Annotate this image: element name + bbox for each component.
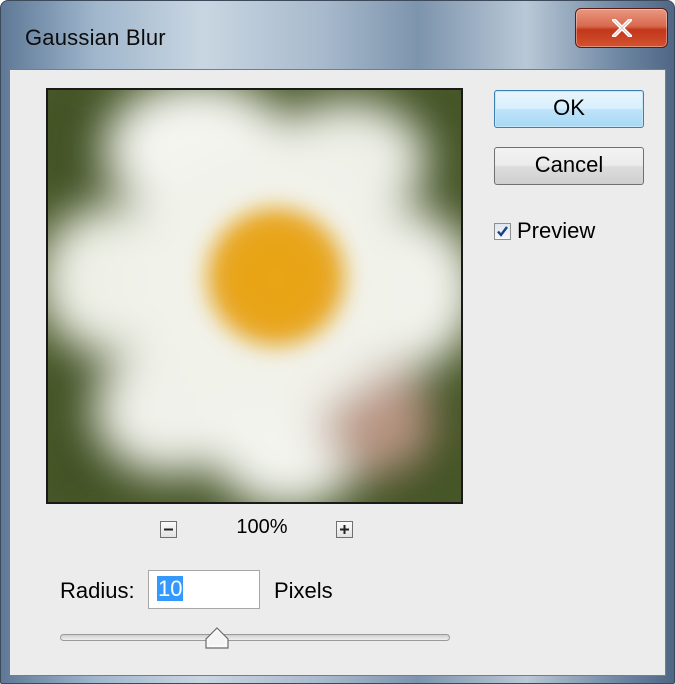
zoom-in-button[interactable] xyxy=(336,521,353,538)
preview-label: Preview xyxy=(517,218,596,243)
minus-icon xyxy=(164,528,173,531)
dialog-title: Gaussian Blur xyxy=(25,25,166,50)
blurred-flower-image xyxy=(48,90,461,502)
zoom-out-button[interactable] xyxy=(160,521,177,538)
radius-input[interactable]: 10 xyxy=(148,570,260,609)
dialog-frame: OK Cancel Preview 100% Radius: 10 Pixels xyxy=(9,69,666,676)
checkmark-icon xyxy=(497,225,508,237)
plus-icon xyxy=(340,525,349,534)
pixels-unit-label: Pixels xyxy=(274,578,333,603)
radius-label: Radius: xyxy=(60,578,135,603)
title-bar[interactable]: Gaussian Blur xyxy=(1,1,674,69)
dialog-client-area: OK Cancel Preview 100% Radius: 10 Pixels xyxy=(10,70,665,675)
zoom-controls: 100% xyxy=(46,516,463,546)
close-button[interactable] xyxy=(575,8,668,48)
gaussian-blur-dialog: Gaussian Blur OK Cancel Preview 100% Rad… xyxy=(0,0,675,684)
preview-image[interactable] xyxy=(46,88,463,504)
radius-slider-thumb[interactable] xyxy=(205,627,229,649)
radius-value: 10 xyxy=(157,576,184,601)
close-icon xyxy=(612,19,632,37)
preview-checkbox[interactable] xyxy=(494,222,511,240)
ok-button[interactable]: OK xyxy=(494,90,644,128)
cancel-button[interactable]: Cancel xyxy=(494,147,644,185)
slider-thumb-icon xyxy=(205,627,229,649)
radius-slider-track[interactable] xyxy=(60,634,450,641)
preview-checkbox-row[interactable]: Preview xyxy=(494,216,595,246)
zoom-level: 100% xyxy=(236,516,288,538)
